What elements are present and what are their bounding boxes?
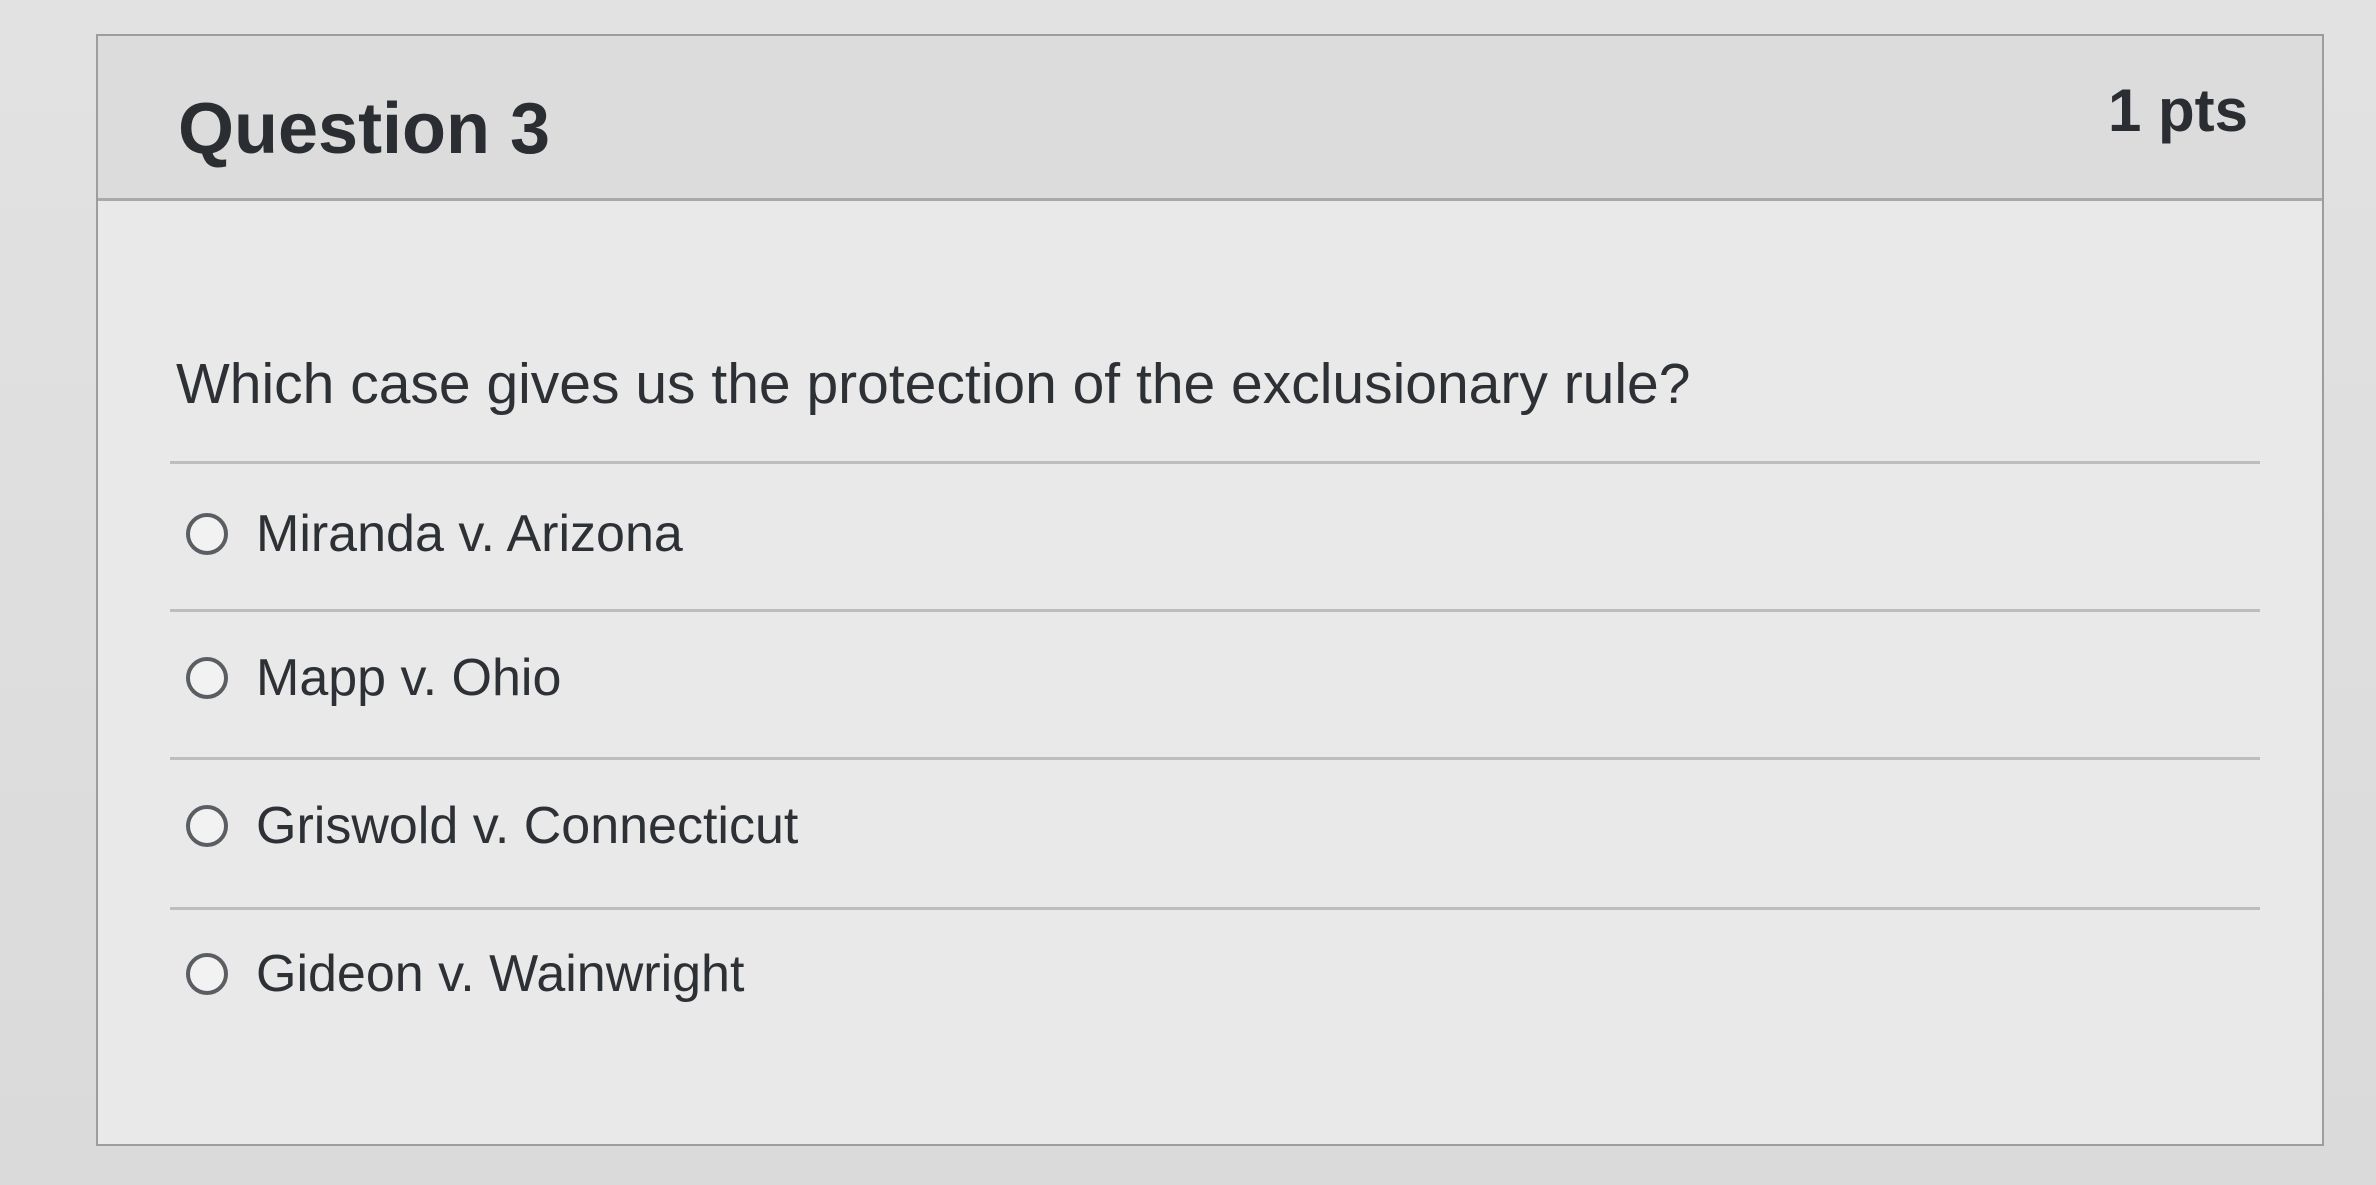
answer-option[interactable]: Gideon v. Wainwright xyxy=(186,939,744,1009)
radio-button[interactable] xyxy=(186,805,228,847)
answer-label[interactable]: Mapp v. Ohio xyxy=(256,648,561,708)
question-text: Which case gives us the protection of th… xyxy=(176,352,1691,416)
answer-option[interactable]: Mapp v. Ohio xyxy=(186,643,561,713)
answer-divider xyxy=(170,757,2260,760)
question-header: Question 3 1 pts xyxy=(98,36,2322,201)
answer-divider xyxy=(170,609,2260,612)
question-title: Question 3 xyxy=(178,89,551,169)
answer-option[interactable]: Miranda v. Arizona xyxy=(186,499,683,569)
radio-button[interactable] xyxy=(186,657,228,699)
radio-button[interactable] xyxy=(186,513,228,555)
answer-option[interactable]: Griswold v. Connecticut xyxy=(186,791,798,861)
quiz-page: Question 3 1 pts Which case gives us the… xyxy=(0,0,2376,1185)
answer-divider xyxy=(170,907,2260,910)
question-card: Question 3 1 pts Which case gives us the… xyxy=(96,34,2324,1146)
question-points: 1 pts xyxy=(2107,77,2248,144)
radio-button[interactable] xyxy=(186,953,228,995)
answers-top-divider xyxy=(170,461,2260,464)
answer-label[interactable]: Gideon v. Wainwright xyxy=(256,944,744,1004)
answer-label[interactable]: Griswold v. Connecticut xyxy=(256,796,798,856)
answer-label[interactable]: Miranda v. Arizona xyxy=(256,504,683,564)
